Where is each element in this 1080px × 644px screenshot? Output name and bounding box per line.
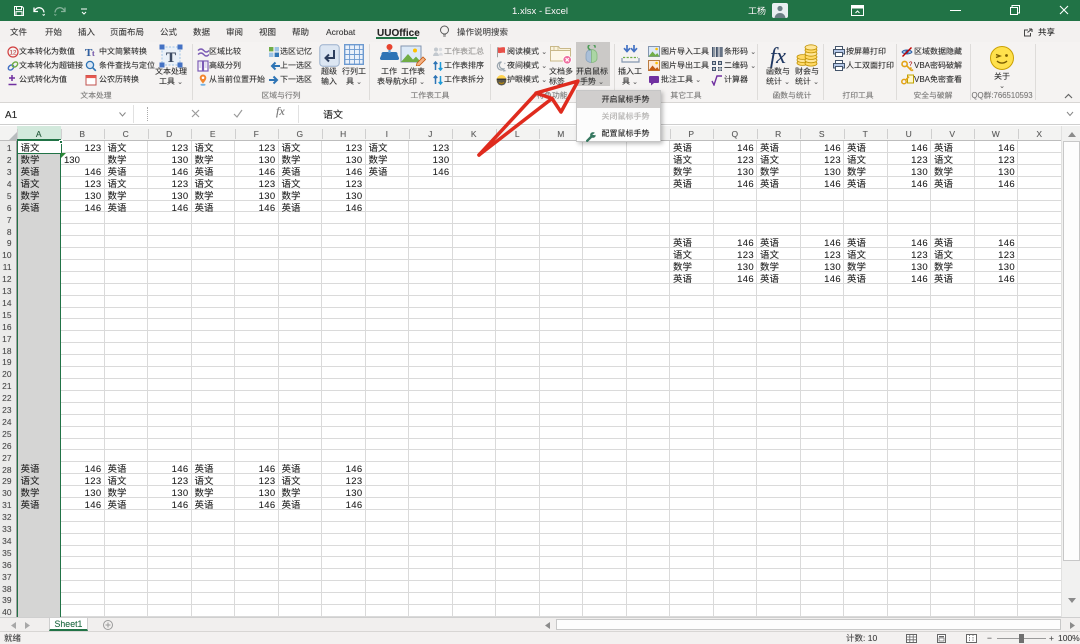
svg-text:t: t: [92, 49, 95, 58]
svg-text:fx: fx: [770, 44, 786, 68]
svg-text:?: ?: [909, 62, 913, 68]
svg-text:T: T: [166, 50, 176, 66]
svg-text:12: 12: [10, 50, 17, 56]
